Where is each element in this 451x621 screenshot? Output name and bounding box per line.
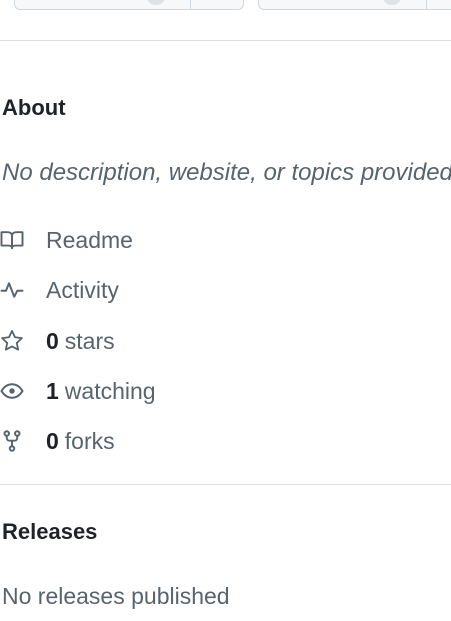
releases-title[interactable]: Releases <box>2 519 97 545</box>
stars-link[interactable]: 0 stars <box>0 325 115 357</box>
about-title: About <box>2 95 66 120</box>
activity-label: Activity <box>46 276 119 303</box>
star-button-group[interactable] <box>258 0 451 10</box>
forks-count: 0 <box>46 427 59 454</box>
star-dropdown-button[interactable] <box>427 0 451 9</box>
stars-count: 0 <box>46 327 59 354</box>
forks-label: forks <box>64 427 115 454</box>
about-description: No description, website, or topics provi… <box>2 159 451 186</box>
book-icon <box>0 228 24 252</box>
divider <box>0 484 451 485</box>
stars-label: stars <box>64 327 115 354</box>
readme-label: Readme <box>46 226 133 253</box>
watch-count-badge <box>146 0 166 5</box>
forks-link[interactable]: 0 forks <box>0 425 115 457</box>
watching-link[interactable]: 1 watching <box>0 375 156 407</box>
watch-dropdown-button[interactable] <box>191 0 243 9</box>
star-count-badge <box>382 0 402 5</box>
star-icon <box>0 329 24 353</box>
repo-action-buttons <box>0 0 451 10</box>
eye-icon <box>0 379 24 403</box>
watching-label: watching <box>64 377 156 404</box>
activity-link[interactable]: Activity <box>0 274 119 306</box>
readme-link[interactable]: Readme <box>0 224 133 256</box>
pulse-icon <box>0 278 24 302</box>
fork-icon <box>0 429 24 453</box>
watch-button-group[interactable] <box>14 0 244 10</box>
watch-button[interactable] <box>15 0 191 9</box>
divider <box>0 40 451 41</box>
star-button[interactable] <box>259 0 427 9</box>
watching-count: 1 <box>46 377 59 404</box>
releases-empty-text: No releases published <box>2 583 230 609</box>
repo-sidebar: About No description, website, or topics… <box>0 0 451 621</box>
